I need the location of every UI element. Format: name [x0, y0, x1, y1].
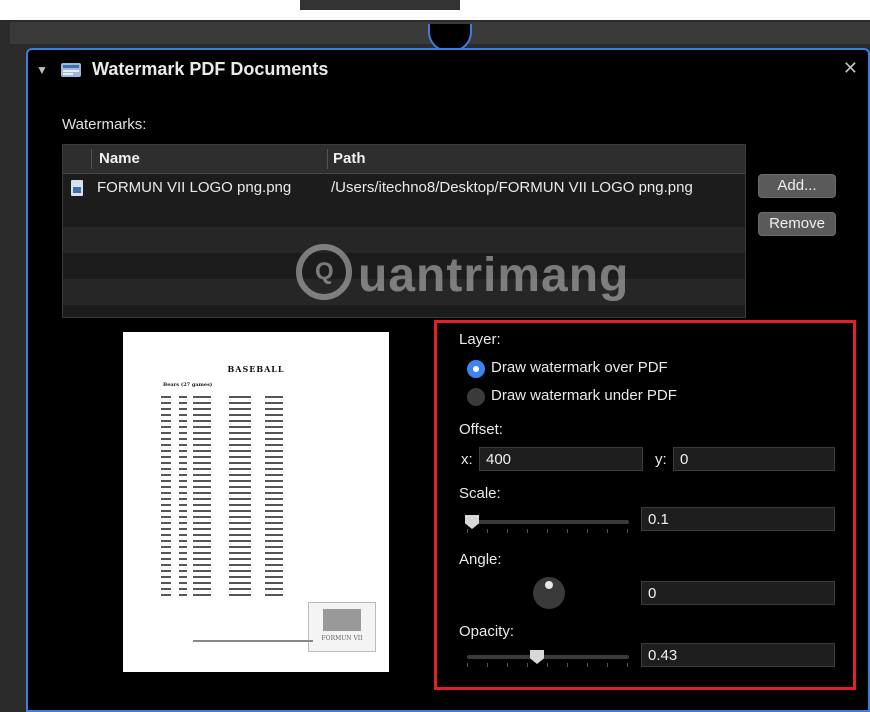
angle-label: Angle: — [459, 551, 502, 568]
radio-draw-over[interactable] — [467, 360, 485, 378]
angle-knob[interactable] — [533, 577, 565, 609]
radio-draw-under[interactable] — [467, 388, 485, 406]
preview-footer-line — [193, 640, 313, 642]
preview-schedule-row — [161, 394, 351, 400]
preview-schedule-row — [161, 538, 351, 544]
action-header: ▼ Watermark PDF Documents ✕ — [28, 56, 868, 86]
preview-schedule-row — [161, 586, 351, 592]
disclosure-triangle-icon[interactable]: ▼ — [36, 63, 48, 77]
table-row[interactable]: FORMUN VII LOGO png.png /Users/itechno8/… — [63, 175, 745, 201]
preview-schedule-row — [161, 448, 351, 454]
column-header-name[interactable]: Name — [99, 150, 140, 167]
preview-schedule-row — [161, 478, 351, 484]
scale-slider-thumb[interactable] — [465, 515, 479, 529]
row-name: FORMUN VII LOGO png.png — [97, 179, 292, 196]
offset-label: Offset: — [459, 421, 503, 438]
preview-schedule-row — [161, 424, 351, 430]
preview-schedule-row — [161, 550, 351, 556]
row-path: /Users/itechno8/Desktop/FORMUN VII LOGO … — [331, 179, 693, 196]
preview-schedule-row — [161, 442, 351, 448]
preview-schedule-row — [161, 532, 351, 538]
offset-x-field[interactable]: 400 — [479, 447, 643, 471]
preview-schedule-row — [161, 466, 351, 472]
preview-watermark-logo: FORMUN VII — [308, 602, 376, 652]
top-strip — [300, 0, 460, 10]
preview-schedule-row — [161, 460, 351, 466]
scale-slider-track[interactable] — [467, 520, 629, 524]
scale-value-field[interactable]: 0.1 — [641, 507, 835, 531]
radio-draw-under-label[interactable]: Draw watermark under PDF — [491, 387, 677, 404]
preview-schedule-row — [161, 592, 351, 598]
preview-schedule-row — [161, 508, 351, 514]
preview-schedule-row — [161, 472, 351, 478]
offset-x-label: x: — [461, 451, 473, 468]
action-title: Watermark PDF Documents — [92, 59, 329, 79]
preview-schedule-row — [161, 514, 351, 520]
scale-label: Scale: — [459, 485, 501, 502]
radio-draw-over-label[interactable]: Draw watermark over PDF — [491, 359, 668, 376]
close-icon[interactable]: ✕ — [843, 58, 858, 79]
scale-slider-ticks — [467, 529, 629, 533]
offset-y-label: y: — [655, 451, 667, 468]
preview-schedule-row — [161, 496, 351, 502]
preview-title: BASEBALL — [227, 364, 285, 374]
action-app-icon — [61, 63, 81, 77]
watermark-settings-highlight: Layer: Draw watermark over PDF Draw wate… — [434, 320, 856, 690]
opacity-label: Opacity: — [459, 623, 515, 640]
preview-schedule-row — [161, 520, 351, 526]
preview-schedule-row — [161, 490, 351, 496]
preview-schedule-row — [161, 526, 351, 532]
watermarks-label: Watermarks: — [62, 116, 147, 133]
preview-schedule-row — [161, 562, 351, 568]
preview-schedule-row — [161, 568, 351, 574]
preview-schedule-row — [161, 406, 351, 412]
opacity-value-field[interactable]: 0.43 — [641, 643, 835, 667]
preview-schedule-row — [161, 436, 351, 442]
watermark-text: uantrimang — [358, 249, 630, 302]
opacity-slider-ticks — [467, 663, 629, 667]
preview-schedule-row — [161, 574, 351, 580]
preview-schedule-row — [161, 484, 351, 490]
opacity-slider-track[interactable] — [467, 655, 629, 659]
preview-schedule-row — [161, 556, 351, 562]
logo-building-icon — [323, 609, 361, 631]
offset-y-field[interactable]: 0 — [673, 447, 835, 471]
column-separator — [327, 149, 328, 169]
watermark-bulb-icon: Q — [296, 244, 352, 300]
column-header-path[interactable]: Path — [333, 150, 366, 167]
preview-subtitle: Bears (27 games) — [163, 382, 213, 388]
pdf-preview: BASEBALL Bears (27 games) FORMUN VII — [123, 332, 389, 672]
preview-schedule-row — [161, 430, 351, 436]
add-button[interactable]: Add... — [758, 174, 836, 198]
preview-schedule-row — [161, 412, 351, 418]
layer-label: Layer: — [459, 331, 501, 348]
file-icon — [71, 180, 83, 196]
angle-value-field[interactable]: 0 — [641, 581, 835, 605]
preview-schedule-row — [161, 454, 351, 460]
preview-schedule-row — [161, 502, 351, 508]
preview-schedule-row — [161, 544, 351, 550]
opacity-slider-thumb[interactable] — [530, 650, 544, 664]
table-header: Name Path — [63, 145, 745, 174]
preview-schedule-row — [161, 580, 351, 586]
preview-schedule-rows — [161, 394, 351, 598]
remove-button[interactable]: Remove — [758, 212, 836, 236]
site-watermark-overlay: Q uantrimang — [296, 240, 636, 310]
column-separator — [91, 149, 92, 169]
preview-schedule-row — [161, 418, 351, 424]
preview-schedule-row — [161, 400, 351, 406]
logo-text: FORMUN VII — [321, 635, 363, 642]
